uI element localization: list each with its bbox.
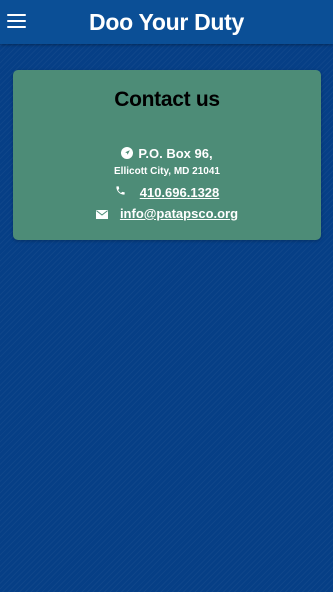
phone-icon: [115, 183, 126, 195]
email-row[interactable]: info@patapsco.org: [13, 205, 321, 223]
contact-card: Contact us P.O. Box 96, Ellicott City, M…: [13, 70, 321, 240]
address-line-1: P.O. Box 96,: [138, 146, 213, 161]
email-link[interactable]: info@patapsco.org: [120, 206, 238, 221]
phone-row[interactable]: 410.696.1328: [13, 184, 321, 202]
envelope-icon: [95, 206, 108, 220]
contact-title: Contact us: [114, 88, 220, 111]
address-line-2: Ellicott City, MD 21041: [114, 166, 220, 177]
navigation-arrow-icon: [121, 146, 134, 159]
app-bar: Doo Your Duty: [0, 0, 333, 44]
phone-link[interactable]: 410.696.1328: [140, 185, 220, 200]
app-title: Doo Your Duty: [89, 9, 244, 35]
address-row: P.O. Box 96,: [13, 145, 321, 163]
